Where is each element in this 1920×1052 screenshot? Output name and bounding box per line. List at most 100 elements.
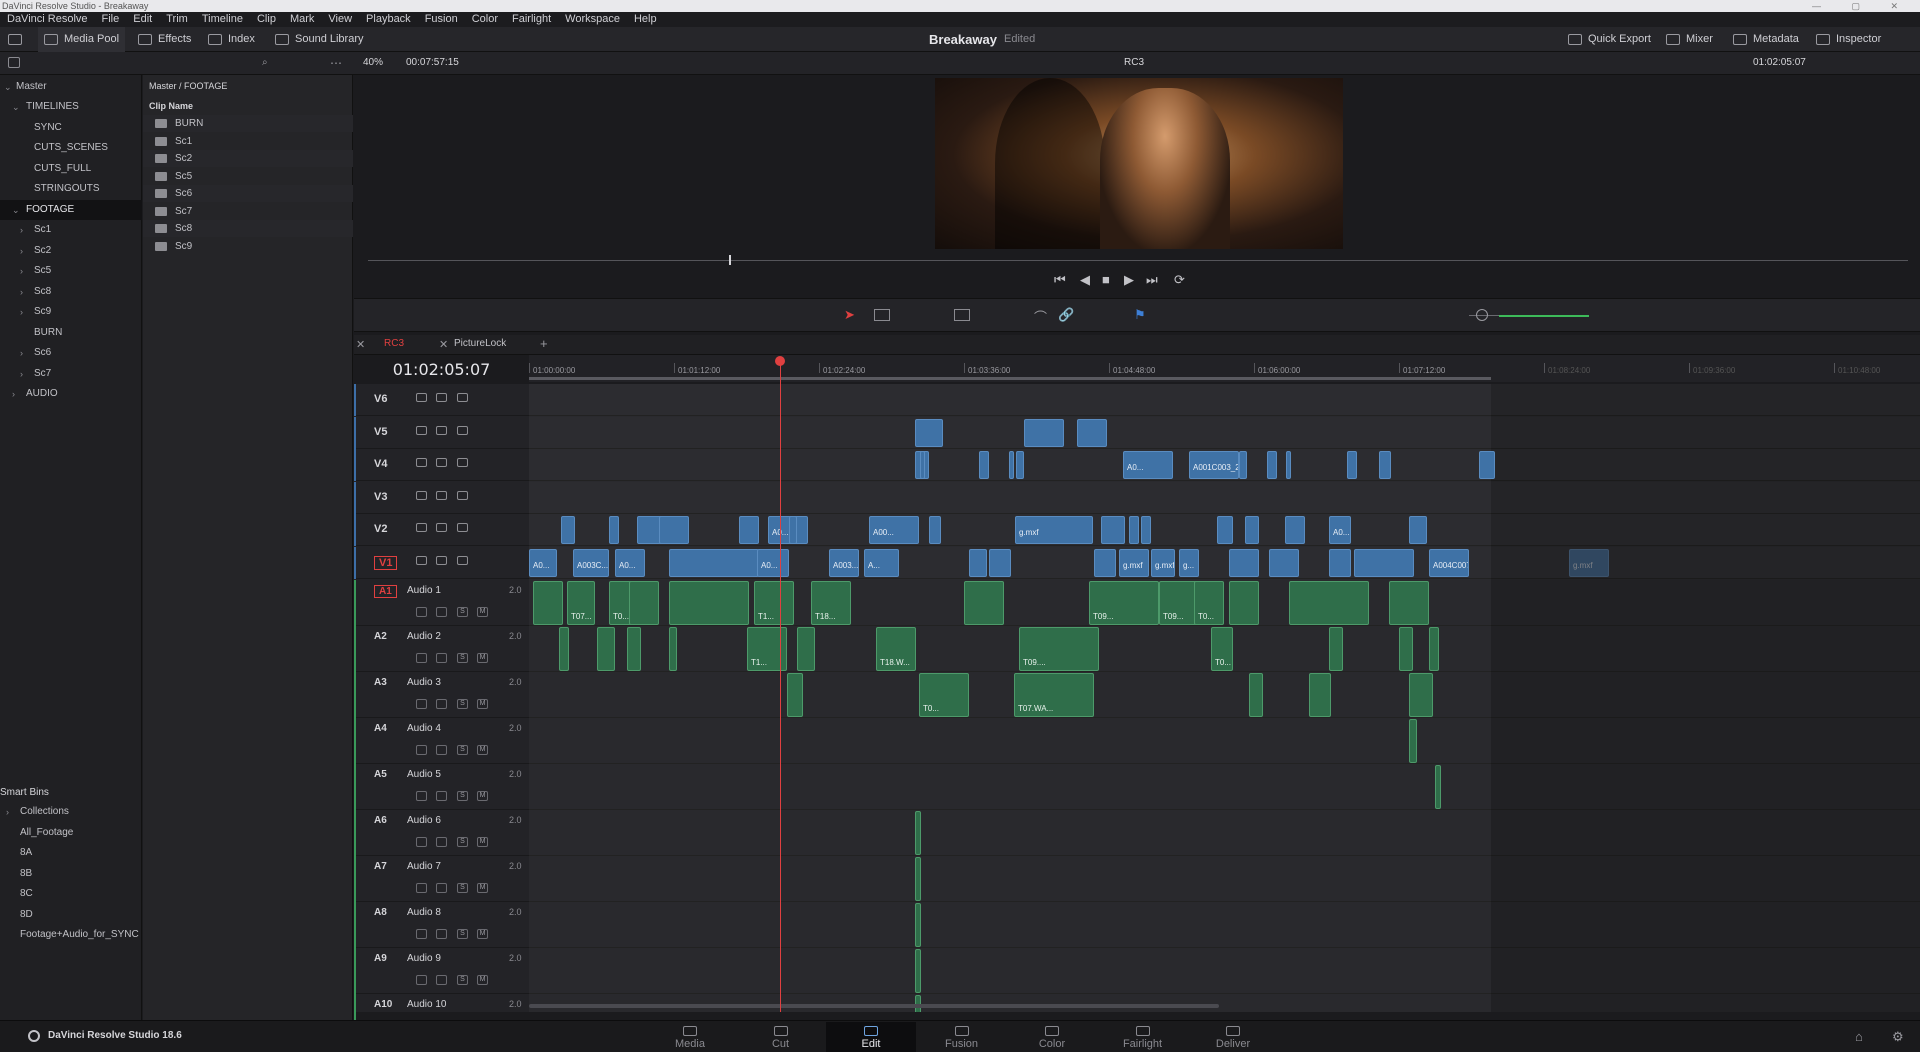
video-clip[interactable]: A0... [1329,516,1351,544]
menu-mark[interactable]: Mark [283,12,321,27]
video-track-header-v2[interactable]: V2 [354,514,529,546]
video-clip[interactable] [929,516,941,544]
bin-item-footage[interactable]: ⌄ FOOTAGE [0,199,142,220]
audio-track-header-a8[interactable]: A8 Audio 8 2.0 S M [354,902,529,948]
menu-fairlight[interactable]: Fairlight [505,12,558,27]
viewer-frame[interactable] [935,78,1343,249]
video-clip[interactable] [1024,418,1064,447]
index-button[interactable]: Index [208,27,255,52]
audio-clip[interactable]: T1... [747,627,787,671]
clip-folder-item[interactable]: Sc7 [143,203,353,220]
video-clip[interactable] [915,418,943,447]
audio-clip[interactable]: T07... [567,581,595,625]
auto-select-icon[interactable] [436,745,447,755]
video-clip[interactable] [789,516,797,544]
lock-icon[interactable] [416,555,427,565]
page-tab-deliver[interactable]: Deliver [1188,1022,1278,1052]
audio-clip[interactable] [627,627,641,671]
audio-clip[interactable] [964,581,1004,625]
page-tab-edit[interactable]: Edit [826,1022,916,1052]
insert-clip-icon[interactable] [954,309,970,321]
chevron-right-icon[interactable]: › [20,343,23,363]
menu-clip[interactable]: Clip [250,12,283,27]
lock-icon[interactable] [416,975,427,985]
audio-track-header-a4[interactable]: A4 Audio 4 2.0 S M [354,718,529,764]
video-track-header-v1[interactable]: V1 [354,546,529,579]
mute-button[interactable]: M [477,745,488,755]
audio-clip[interactable] [559,627,569,671]
selection-tool-icon[interactable]: ➤ [844,307,855,323]
video-clip[interactable] [609,516,619,544]
solo-button[interactable]: S [457,929,468,939]
lock-icon[interactable] [416,490,427,500]
audio-clip[interactable] [915,903,921,947]
auto-select-icon[interactable] [436,490,447,500]
bin-item-sc7[interactable]: › Sc7 [0,364,142,384]
chevron-down-icon[interactable]: ⌄ [12,97,20,117]
video-track-header-v5[interactable]: V5 [354,416,529,449]
bin-item-audio[interactable]: › AUDIO [0,384,142,404]
smart-bin-item[interactable]: 8D [0,905,142,925]
monitor-icon[interactable] [8,27,22,52]
audio-clip[interactable] [915,811,921,855]
audio-clip[interactable] [1389,581,1429,625]
track-visibility-icon[interactable] [457,458,468,467]
video-clip[interactable] [669,548,759,577]
video-clip[interactable]: A003... [829,548,859,577]
clip-folder-item[interactable]: Sc6 [143,185,353,202]
auto-select-icon[interactable] [436,393,447,402]
jump-to-start-icon[interactable]: ⏮ [1054,272,1066,288]
smart-bin-item[interactable]: 8A [0,843,142,863]
bin-master[interactable]: ⌄ Master [0,77,142,97]
flag-icon[interactable]: ⚑ [1134,307,1146,323]
menu-trim[interactable]: Trim [159,12,195,27]
mute-button[interactable]: M [477,837,488,847]
solo-button[interactable]: S [457,653,468,663]
chevron-right-icon[interactable]: › [20,364,23,384]
chevron-right-icon[interactable]: › [20,282,23,302]
clip-folder-item[interactable]: Sc5 [143,168,353,185]
video-track-header-v6[interactable]: V6 [354,384,529,416]
audio-clip[interactable] [1249,673,1263,717]
lock-icon[interactable] [416,607,427,617]
lock-icon[interactable] [416,425,427,435]
volume-icon[interactable] [1476,309,1488,321]
video-clip[interactable]: g.mxf [1119,548,1149,577]
trim-tool-icon[interactable] [874,309,890,321]
clip-folder-item[interactable]: Sc9 [143,238,353,255]
audio-clip[interactable]: T1... [754,581,794,625]
video-clip[interactable]: g.mxf [1569,548,1609,577]
video-clip[interactable] [1217,516,1233,544]
menu-davinci-resolve[interactable]: DaVinci Resolve [0,12,95,27]
bin-item-stringouts[interactable]: STRINGOUTS [0,179,142,199]
video-clip[interactable] [1141,516,1151,544]
audio-clip[interactable] [1409,719,1417,763]
video-clip[interactable]: A0... [529,548,557,577]
audio-clip[interactable]: T09... [1089,581,1159,625]
viewer-scrubber[interactable] [368,260,1908,261]
lock-icon[interactable] [416,653,427,663]
page-tab-fairlight[interactable]: Fairlight [1098,1022,1188,1052]
page-tab-fusion[interactable]: Fusion [917,1022,1007,1052]
smart-bin-item[interactable]: 8C [0,884,142,904]
solo-button[interactable]: S [457,745,468,755]
timeline-tracks[interactable]: A0...A001C003_2...A0...A00...g.mxfA0...A… [529,384,1920,1012]
media-pool-button[interactable]: Media Pool [38,27,126,52]
video-clip[interactable] [659,516,689,544]
lock-icon[interactable] [416,791,427,801]
lock-icon[interactable] [416,393,427,402]
audio-clip[interactable] [1329,627,1343,671]
lock-icon[interactable] [416,929,427,939]
panel-layout-icon[interactable] [8,57,20,68]
video-clip[interactable] [1329,548,1351,577]
audio-track-header-a6[interactable]: A6 Audio 6 2.0 S M [354,810,529,856]
volume-slider[interactable] [1499,315,1589,317]
video-clip[interactable] [969,548,987,577]
audio-clip[interactable] [1409,673,1433,717]
auto-select-icon[interactable] [436,653,447,663]
chevron-right-icon[interactable]: › [12,384,15,404]
solo-button[interactable]: S [457,883,468,893]
link-icon[interactable]: 🔗 [1058,307,1074,323]
video-clip[interactable] [561,516,575,544]
chevron-right-icon[interactable]: › [20,220,23,240]
